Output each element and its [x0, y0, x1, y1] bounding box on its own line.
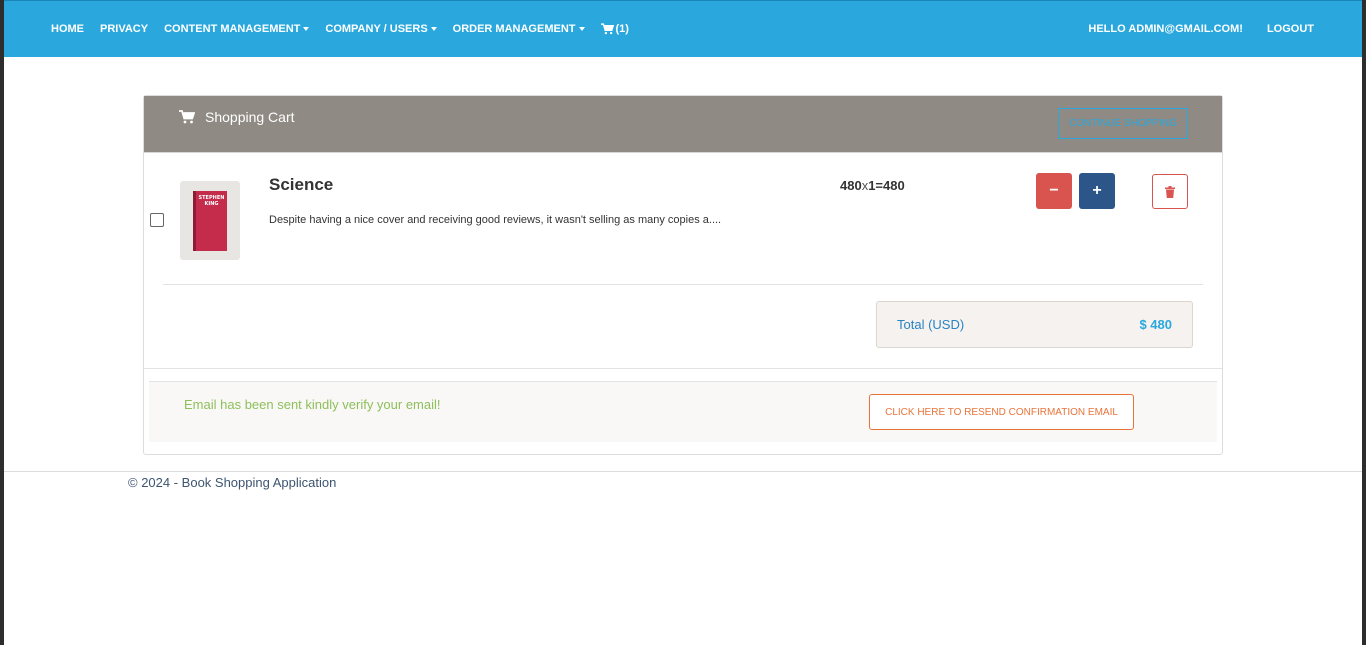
nav-order-management-label: ORDER MANAGEMENT [452, 23, 576, 35]
cart-icon [600, 23, 614, 35]
cart-header: Shopping Cart CONTINUE SHOPPING [144, 96, 1222, 153]
top-navbar: HOME PRIVACY CONTENT MANAGEMENT COMPANY … [4, 0, 1362, 57]
nav-content-management[interactable]: CONTENT MANAGEMENT [156, 1, 317, 57]
nav-right-group: HELLO ADMIN@GMAIL.COM! LOGOUT [1080, 1, 1322, 57]
nav-content-management-label: CONTENT MANAGEMENT [164, 23, 301, 35]
trash-icon [1165, 185, 1175, 198]
nav-privacy-label: PRIVACY [100, 23, 149, 35]
item-divider [163, 284, 1203, 285]
book-title: Science [269, 175, 334, 194]
increase-quantity-button[interactable]: + [1079, 173, 1115, 209]
cart-title: Shopping Cart [179, 109, 295, 125]
total-label: Total (USD) [897, 317, 965, 332]
nav-home-label: HOME [51, 23, 84, 35]
nav-left-group: HOME PRIVACY CONTENT MANAGEMENT COMPANY … [43, 1, 637, 57]
cart-count: (1) [615, 23, 629, 35]
nav-order-management[interactable]: ORDER MANAGEMENT [445, 1, 593, 57]
nav-greeting[interactable]: HELLO ADMIN@GMAIL.COM! [1080, 1, 1251, 57]
book-thumbnail: STEPHEN KING [180, 181, 240, 260]
caret-down-icon [430, 27, 437, 31]
cart-icon [179, 110, 195, 124]
greeting-label: HELLO ADMIN@GMAIL.COM! [1088, 23, 1243, 35]
shopping-cart-card: Shopping Cart CONTINUE SHOPPING STEPHEN … [143, 95, 1223, 455]
decrease-quantity-button[interactable]: − [1036, 173, 1072, 209]
quantity-subtotal: 1=480 [868, 178, 905, 193]
total-box: Total (USD) $ 480 [876, 301, 1193, 348]
logout-label: LOGOUT [1266, 23, 1314, 35]
email-notice-message: Email has been sent kindly verify your e… [184, 397, 441, 412]
nav-company-users[interactable]: COMPANY / USERS [317, 1, 444, 57]
caret-down-icon [578, 27, 585, 31]
book-cover-image: STEPHEN KING [193, 190, 227, 251]
cart-title-label: Shopping Cart [205, 109, 295, 125]
email-notice: Email has been sent kindly verify your e… [149, 381, 1217, 442]
cover-text-line: KING [204, 200, 219, 207]
nav-home[interactable]: HOME [43, 1, 92, 57]
nav-company-users-label: COMPANY / USERS [325, 23, 428, 35]
footer-copyright: © 2024 - Book Shopping Application [128, 475, 337, 490]
nav-cart[interactable]: (1) [593, 1, 637, 57]
nav-privacy[interactable]: PRIVACY [92, 1, 156, 57]
item-select-checkbox[interactable] [150, 213, 164, 227]
nav-logout[interactable]: LOGOUT [1259, 1, 1322, 57]
price-calculation: 480x1=480 [840, 178, 905, 193]
resend-confirmation-button[interactable]: CLICK HERE TO RESEND CONFIRMATION EMAIL [869, 394, 1134, 430]
caret-down-icon [303, 27, 310, 31]
continue-shopping-button[interactable]: CONTINUE SHOPPING [1058, 108, 1188, 139]
total-value: $ 480 [1139, 317, 1172, 332]
section-divider [144, 368, 1222, 369]
footer-divider [4, 471, 1362, 472]
remove-item-button[interactable] [1152, 174, 1188, 209]
book-description: Despite having a nice cover and receivin… [269, 214, 722, 226]
item-price: 480 [840, 178, 862, 193]
cart-item-row: STEPHEN KING Science Despite having a ni… [144, 153, 1222, 285]
